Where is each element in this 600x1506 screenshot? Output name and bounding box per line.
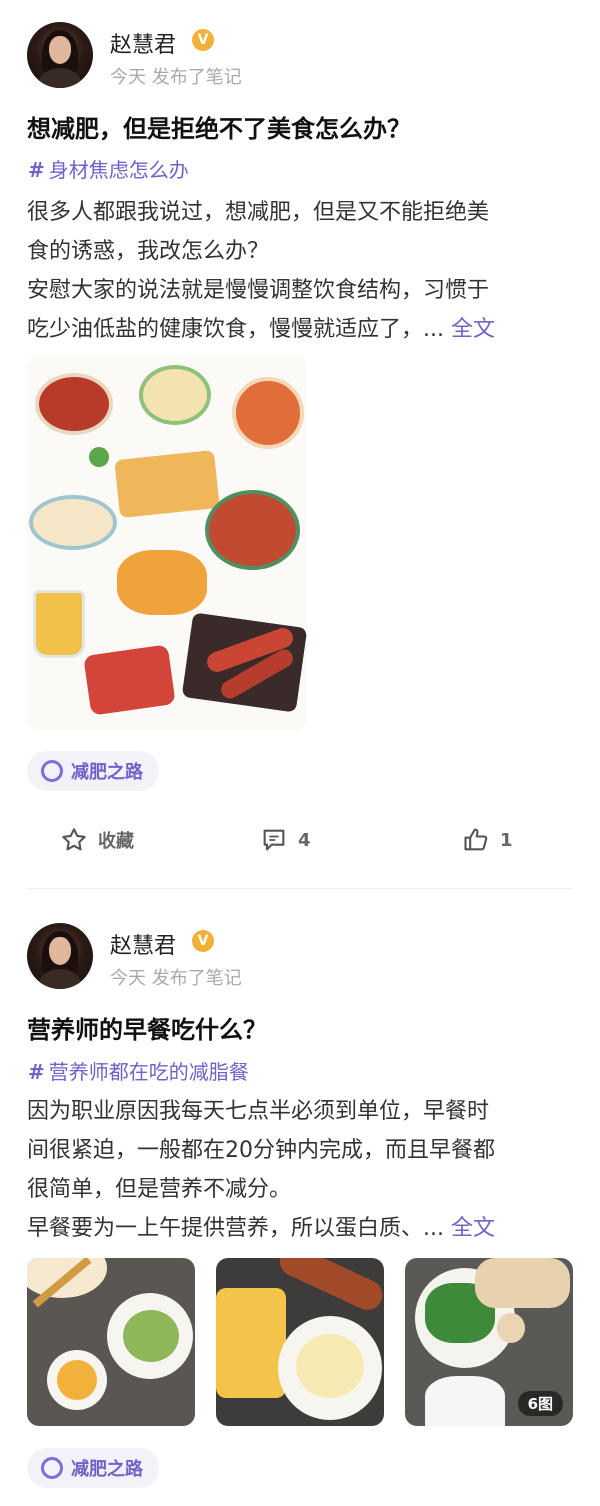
circle-label: 减肥之路 bbox=[71, 1459, 143, 1480]
food-illustration-image[interactable] bbox=[27, 355, 307, 730]
topic-tag[interactable]: # 营养师都在吃的减脂餐 bbox=[28, 1056, 249, 1085]
author-avatar[interactable] bbox=[27, 923, 93, 989]
like-count: 1 bbox=[500, 829, 513, 851]
like-button[interactable]: 1 bbox=[462, 826, 513, 854]
topic-tag[interactable]: # 身材焦虑怎么办 bbox=[28, 154, 189, 183]
feed-post[interactable]: 赵慧君 V 今天 发布了笔记 想减肥，但是拒绝不了美食怎么办？ # 身材焦虑怎么办… bbox=[0, 0, 600, 890]
post-meta: 今天 发布了笔记 bbox=[110, 968, 242, 989]
comment-icon bbox=[263, 829, 285, 851]
body-line: 吃少油低盐的健康饮食，慢慢就适应了，... bbox=[27, 317, 444, 342]
hash-icon: # bbox=[28, 158, 45, 182]
circle-tag[interactable]: 减肥之路 bbox=[27, 1448, 159, 1488]
comment-count: 4 bbox=[298, 829, 311, 851]
body-line: 食的诱惑，我改怎么办？ bbox=[27, 239, 270, 264]
body-line: 间很紧迫，一般都在20分钟内完成，而且早餐都 bbox=[27, 1138, 495, 1163]
post-thumbnail[interactable]: 6图 bbox=[405, 1258, 573, 1426]
post-thumbnail[interactable] bbox=[216, 1258, 384, 1426]
collect-button[interactable]: 收藏 bbox=[60, 826, 134, 854]
post-body[interactable]: 因为职业原因我每天七点半必须到单位，早餐时 间很紧迫，一般都在20分钟内完成，而… bbox=[27, 1092, 572, 1248]
verified-icon: V bbox=[192, 930, 214, 952]
expand-link[interactable]: 全文 bbox=[451, 1216, 495, 1241]
star-icon bbox=[62, 828, 86, 851]
circle-tag[interactable]: 减肥之路 bbox=[27, 751, 159, 791]
hash-icon: # bbox=[28, 1060, 45, 1084]
circle-bubble-icon bbox=[41, 760, 63, 782]
body-line: 很多人都跟我说过，想减肥，但是又不能拒绝美 bbox=[27, 200, 490, 225]
collect-label: 收藏 bbox=[98, 831, 134, 852]
topic-label: 身材焦虑怎么办 bbox=[48, 158, 189, 182]
post-meta: 今天 发布了笔记 bbox=[110, 67, 242, 88]
verified-icon: V bbox=[192, 29, 214, 51]
body-line: 安慰大家的说法就是慢慢调整饮食结构，习惯于 bbox=[27, 278, 490, 303]
post-thumbnail[interactable] bbox=[27, 1258, 195, 1426]
body-line: 很简单，但是营养不减分。 bbox=[27, 1177, 292, 1202]
expand-link[interactable]: 全文 bbox=[451, 317, 495, 342]
topic-label: 营养师都在吃的减脂餐 bbox=[48, 1060, 249, 1084]
body-line: 因为职业原因我每天七点半必须到单位，早餐时 bbox=[27, 1099, 490, 1124]
comment-button[interactable]: 4 bbox=[260, 826, 311, 854]
post-divider bbox=[27, 888, 572, 889]
thumbs-up-icon bbox=[464, 828, 488, 851]
author-avatar[interactable] bbox=[27, 22, 93, 88]
image-count-badge: 6图 bbox=[517, 1391, 563, 1416]
circle-label: 减肥之路 bbox=[71, 762, 143, 783]
feed-post[interactable]: 赵慧君 V 今天 发布了笔记 营养师的早餐吃什么？ # 营养师都在吃的减脂餐 因为… bbox=[0, 905, 600, 1506]
body-line: 早餐要为一上午提供营养，所以蛋白质、... bbox=[27, 1216, 444, 1241]
author-name[interactable]: 赵慧君 bbox=[110, 27, 176, 59]
post-title[interactable]: 营养师的早餐吃什么？ bbox=[27, 1010, 267, 1045]
post-title[interactable]: 想减肥，但是拒绝不了美食怎么办？ bbox=[27, 109, 411, 144]
author-name[interactable]: 赵慧君 bbox=[110, 928, 176, 960]
post-body[interactable]: 很多人都跟我说过，想减肥，但是又不能拒绝美 食的诱惑，我改怎么办？ 安慰大家的说… bbox=[27, 193, 572, 349]
circle-bubble-icon bbox=[41, 1457, 63, 1479]
